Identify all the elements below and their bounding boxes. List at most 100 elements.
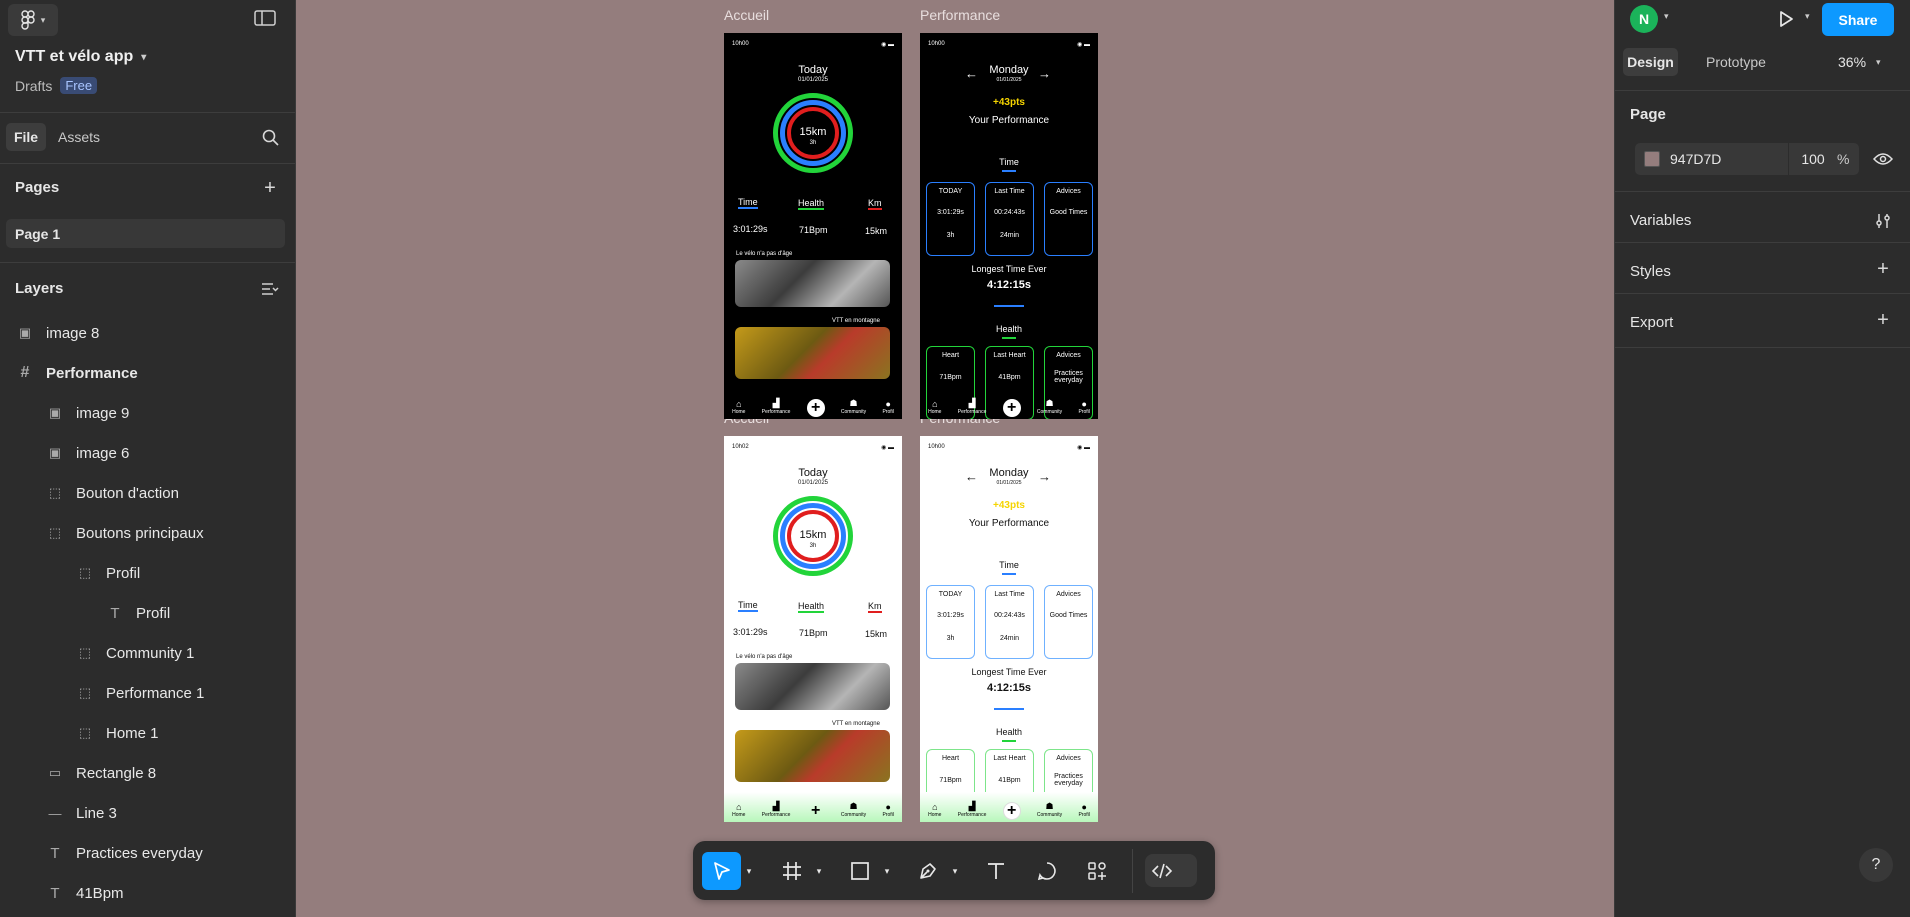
project-title[interactable]: VTT et vélo app ▾ bbox=[15, 48, 146, 66]
shape-tool-chevron-icon[interactable]: ▾ bbox=[881, 863, 893, 879]
layer-image-9[interactable]: ▣ image 9 bbox=[0, 393, 295, 433]
nav-profil[interactable]: ● Profil bbox=[1078, 802, 1089, 818]
move-tool-button[interactable] bbox=[702, 852, 741, 890]
move-tool-chevron-icon[interactable]: ▾ bbox=[743, 863, 755, 879]
drafts-label[interactable]: Drafts bbox=[15, 78, 52, 94]
design-canvas[interactable]: Accueil Performance Accueil Performance … bbox=[296, 0, 1614, 917]
frame-accueil-light[interactable]: 10h02 ◉ ▬ Today 01/01/2025 15km 3h Time H… bbox=[724, 436, 902, 822]
add-page-icon[interactable]: + bbox=[260, 177, 280, 199]
page-color-field[interactable]: 947D7D 100 % bbox=[1635, 143, 1859, 175]
comment-tool-button[interactable] bbox=[1028, 852, 1066, 890]
tile-advices-time[interactable]: Advices Good Times bbox=[1044, 182, 1093, 256]
layer-community-1[interactable]: ⬚ Community 1 bbox=[0, 633, 295, 673]
variables-heading[interactable]: Variables bbox=[1630, 212, 1691, 229]
nav-home[interactable]: ⌂ Home bbox=[928, 802, 941, 818]
frame-label-performance-dark[interactable]: Performance bbox=[920, 7, 1000, 23]
action-plus-button[interactable]: + bbox=[806, 399, 825, 417]
avatar-letter: N bbox=[1638, 11, 1650, 27]
layer-41bpm[interactable]: T 41Bpm bbox=[0, 873, 295, 913]
layer-boutons-principaux[interactable]: ⬚ Boutons principaux bbox=[0, 513, 295, 553]
nav-community[interactable]: ☗ Community bbox=[841, 801, 866, 818]
tile-last-time[interactable]: Last Time 00:24:43s 24min bbox=[985, 182, 1034, 256]
image-mountain-bike[interactable] bbox=[735, 327, 890, 379]
figma-menu-button[interactable]: ▾ bbox=[8, 4, 58, 36]
tile-today[interactable]: TODAY 3:01:29s 3h bbox=[926, 585, 975, 659]
variables-settings-icon[interactable] bbox=[1873, 211, 1893, 231]
nav-profil[interactable]: ● Profil bbox=[882, 399, 893, 415]
present-chevron-icon[interactable]: ▾ bbox=[1805, 11, 1810, 22]
page-item-1[interactable]: Page 1 bbox=[6, 219, 285, 248]
nav-profil[interactable]: ● Profil bbox=[1078, 399, 1089, 415]
eye-icon[interactable] bbox=[1872, 150, 1894, 168]
frame-accueil-dark[interactable]: 10h00 ◉ ▬ Today 01/01/2025 15km 3h Time H… bbox=[724, 33, 902, 419]
frame-performance-light[interactable]: 10h00 ◉ ▬ ← → Monday 01/01/2025 +43pts Yo… bbox=[920, 436, 1098, 822]
pen-tool-button[interactable] bbox=[909, 852, 947, 890]
present-play-icon[interactable] bbox=[1773, 7, 1799, 31]
text-tool-button[interactable] bbox=[977, 852, 1015, 890]
nav-community[interactable]: ☗ Community bbox=[1037, 801, 1062, 818]
nav-performance[interactable]: ▟ Performance bbox=[958, 398, 987, 415]
tile-title: Advices bbox=[1056, 188, 1081, 195]
color-swatch[interactable] bbox=[1644, 151, 1660, 167]
layer-bouton-daction[interactable]: ⬚ Bouton d'action bbox=[0, 473, 295, 513]
image-bw-cyclist[interactable] bbox=[735, 663, 890, 710]
layer-performance[interactable]: # Performance bbox=[0, 353, 295, 393]
nav-performance[interactable]: ▟ Performance bbox=[958, 801, 987, 818]
tab-file[interactable]: File bbox=[6, 123, 46, 151]
add-style-icon[interactable]: + bbox=[1873, 258, 1893, 280]
action-plus-button[interactable]: + bbox=[807, 802, 825, 820]
action-plus-button[interactable]: + bbox=[1002, 399, 1021, 417]
layer-performance-1[interactable]: ⬚ Performance 1 bbox=[0, 673, 295, 713]
image-mountain-bike[interactable] bbox=[735, 730, 890, 782]
layer-profil-text[interactable]: T Profil bbox=[0, 593, 295, 633]
status-time: 10h00 bbox=[928, 41, 945, 47]
styles-heading[interactable]: Styles bbox=[1630, 263, 1671, 280]
frame-tool-button[interactable] bbox=[773, 852, 811, 890]
collapse-layers-icon[interactable] bbox=[260, 280, 280, 298]
help-button[interactable]: ? bbox=[1859, 848, 1893, 882]
layer-profil-group[interactable]: ⬚ Profil bbox=[0, 553, 295, 593]
layer-line-3[interactable]: — Line 3 bbox=[0, 793, 295, 833]
tab-design[interactable]: Design bbox=[1623, 48, 1678, 76]
nav-community[interactable]: ☗ Community bbox=[841, 398, 866, 415]
nav-home[interactable]: ⌂ Home bbox=[732, 399, 745, 415]
nav-performance[interactable]: ▟ Performance bbox=[762, 801, 791, 818]
search-icon[interactable] bbox=[260, 127, 280, 147]
layer-image-6[interactable]: ▣ image 6 bbox=[0, 433, 295, 473]
tile-advices-time[interactable]: Advices Good Times bbox=[1044, 585, 1093, 659]
nav-community[interactable]: ☗ Community bbox=[1037, 398, 1062, 415]
export-heading[interactable]: Export bbox=[1630, 314, 1673, 331]
layer-image-8[interactable]: ▣ image 8 bbox=[0, 313, 295, 353]
tile-last-time[interactable]: Last Time 00:24:43s 24min bbox=[985, 585, 1034, 659]
frame-tool-chevron-icon[interactable]: ▾ bbox=[813, 863, 825, 879]
image-bw-cyclist[interactable] bbox=[735, 260, 890, 307]
nav-profil[interactable]: ● Profil bbox=[882, 802, 893, 818]
layer-practices-everyday[interactable]: T Practices everyday bbox=[0, 833, 295, 873]
dev-mode-toggle[interactable] bbox=[1145, 854, 1197, 887]
action-plus-button[interactable]: + bbox=[1002, 802, 1021, 820]
layer-rectangle-8[interactable]: ▭ Rectangle 8 bbox=[0, 753, 295, 793]
nav-home[interactable]: ⌂ Home bbox=[732, 802, 745, 818]
panel-toggle-icon[interactable] bbox=[253, 8, 277, 28]
layer-home-1[interactable]: ⬚ Home 1 bbox=[0, 713, 295, 753]
time-heading-underline bbox=[1002, 573, 1016, 575]
tile-today[interactable]: TODAY 3:01:29s 3h bbox=[926, 182, 975, 256]
avatar-chevron-icon[interactable]: ▾ bbox=[1664, 11, 1669, 22]
avatar[interactable]: N bbox=[1630, 5, 1658, 33]
tab-assets[interactable]: Assets bbox=[58, 123, 100, 151]
tab-prototype[interactable]: Prototype bbox=[1706, 48, 1766, 76]
pen-tool-chevron-icon[interactable]: ▾ bbox=[949, 863, 961, 879]
tile-title: Advices bbox=[1056, 352, 1081, 359]
page-opacity[interactable]: 100 bbox=[1789, 151, 1837, 167]
image-icon: ▣ bbox=[48, 405, 62, 420]
zoom-dropdown[interactable]: 36% ▾ bbox=[1838, 48, 1881, 76]
add-export-icon[interactable]: + bbox=[1873, 309, 1893, 331]
share-button[interactable]: Share bbox=[1822, 3, 1894, 36]
nav-performance[interactable]: ▟ Performance bbox=[762, 398, 791, 415]
shape-tool-button[interactable] bbox=[841, 852, 879, 890]
frame-label-accueil-dark[interactable]: Accueil bbox=[724, 7, 769, 23]
nav-home[interactable]: ⌂ Home bbox=[928, 399, 941, 415]
assets-tool-button[interactable] bbox=[1078, 852, 1116, 890]
percent-sign: % bbox=[1837, 151, 1850, 167]
frame-performance-dark[interactable]: 10h00 ◉ ▬ ← → Monday 01/01/2025 +43pts Yo… bbox=[920, 33, 1098, 419]
